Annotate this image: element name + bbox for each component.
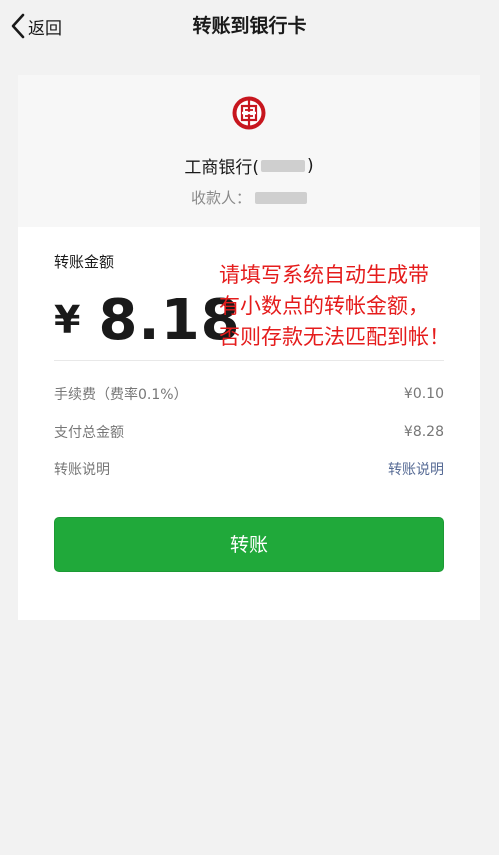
currency-symbol: ¥	[54, 298, 81, 342]
nav-bar: 返回 转账到银行卡	[0, 0, 499, 52]
bank-info: 工商银行( ) 收款人：	[18, 75, 480, 227]
fee-value: ¥0.10	[403, 386, 444, 402]
annotation-line: 否则存款无法匹配到帐！	[219, 325, 450, 349]
annotation-line: 有小数点的转帐金额，	[219, 294, 429, 318]
payee-label: 收款人：	[190, 189, 251, 207]
total-row: 支付总金额 ¥8.28	[54, 421, 444, 443]
bank-name-text: 工商银行(	[184, 158, 259, 178]
page-title: 转账到银行卡	[192, 15, 307, 37]
masked-payee-name	[255, 191, 307, 204]
total-label: 支付总金额	[54, 425, 124, 441]
payee: 收款人：	[18, 187, 480, 208]
bank-name-suffix: )	[307, 155, 314, 176]
fee-row: 手续费（费率0.1%） ¥0.10	[54, 383, 444, 405]
red-annotation: 请填写系统自动生成带 有小数点的转帐金额， 否则存款无法匹配到帐！	[219, 260, 484, 353]
bank-name: 工商银行( )	[18, 153, 480, 179]
amount-input[interactable]: ¥ 8.18	[54, 280, 241, 360]
transfer-button[interactable]: 转账	[54, 517, 444, 572]
note-label: 转账说明	[54, 462, 110, 478]
transfer-card: 工商银行( ) 收款人： 转账金额 ¥ 8.18 请填写系统自动生成带 有小数点…	[18, 75, 480, 620]
amount-label: 转账金额	[54, 253, 115, 271]
divider	[54, 360, 444, 361]
total-value: ¥8.28	[403, 424, 444, 440]
masked-card-number	[261, 159, 305, 172]
note-row: 转账说明 转账说明	[54, 458, 444, 480]
icbc-logo-icon	[232, 96, 266, 130]
annotation-line: 请填写系统自动生成带	[219, 263, 429, 287]
note-link[interactable]: 转账说明	[388, 459, 444, 479]
fee-label: 手续费（费率0.1%）	[54, 387, 188, 403]
